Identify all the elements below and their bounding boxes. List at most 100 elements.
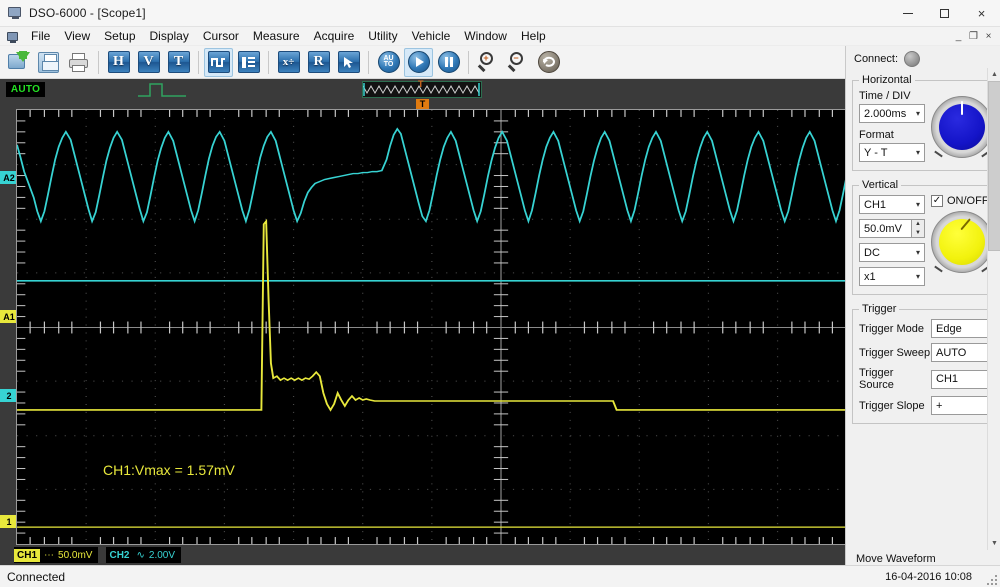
menu-item-window[interactable]: Window: [457, 27, 514, 45]
trigger-source-label: Trigger Source: [859, 367, 894, 391]
format-select[interactable]: Y - T ▾: [859, 143, 925, 162]
zoom-out-button[interactable]: −: [504, 48, 533, 77]
toolbar-separator-4: [368, 50, 369, 74]
print-button[interactable]: [64, 48, 93, 77]
window-title: DSO-6000 - [Scope1]: [29, 6, 146, 20]
panel-scrollbar[interactable]: ▲ ▼: [987, 68, 1000, 550]
chevron-down-icon: ▾: [915, 272, 920, 281]
stepper-arrows[interactable]: ▲ ▼: [911, 220, 924, 237]
datetime-display: 16-04-2016 10:08: [885, 570, 972, 583]
trigger-icon: T: [167, 51, 190, 73]
waveform-button[interactable]: [204, 47, 233, 77]
auto-icon: AU TO: [377, 51, 400, 73]
trigger-sweep-row: Trigger Sweep AUTO ▾: [859, 343, 999, 362]
refresh-button[interactable]: [534, 48, 563, 77]
time-div-select[interactable]: 2.000ms ▾: [859, 104, 925, 123]
menu-item-help[interactable]: Help: [514, 27, 553, 45]
math-button[interactable]: x÷: [274, 48, 303, 77]
scrollbar-thumb[interactable]: [988, 81, 1000, 251]
menu-item-measure[interactable]: Measure: [246, 27, 307, 45]
led-indicator[interactable]: [904, 50, 921, 67]
trigger-slope-label: Trigger Slope: [859, 399, 925, 412]
onoff-checkbox[interactable]: ✓: [931, 195, 943, 207]
toolbar-separator-5: [468, 50, 469, 74]
mdi-minimize-button[interactable]: _: [951, 29, 966, 44]
marker-a1[interactable]: A1: [0, 310, 21, 323]
toolbar-separator-2: [198, 50, 199, 74]
ch2-tag: CH2: [109, 549, 130, 561]
maximize-button[interactable]: [926, 0, 963, 27]
coupling-select[interactable]: DC ▾: [859, 243, 925, 262]
menu-item-vehicle[interactable]: Vehicle: [405, 27, 458, 45]
vertical-channel-select[interactable]: CH1 ▾: [859, 195, 925, 214]
horizontal-knob-wrap: [931, 90, 993, 162]
run-button[interactable]: [404, 47, 433, 77]
vertical-position-knob[interactable]: [931, 211, 993, 273]
dc-coupling-icon: ⋯: [44, 549, 55, 561]
run-icon: [407, 51, 430, 73]
vertical-button[interactable]: V: [134, 48, 163, 77]
trigger-slope-row: Trigger Slope + ▾: [859, 396, 999, 415]
waveform-canvas: [17, 110, 985, 544]
chevron-down-icon: ▾: [915, 200, 920, 209]
zoom-out-icon: −: [507, 51, 530, 73]
onoff-label: ON/OFF: [947, 195, 989, 207]
marker-a2[interactable]: A2: [0, 171, 21, 184]
connection-status: Connected: [7, 569, 66, 584]
move-waveform-label: Move Waveform: [856, 553, 936, 565]
connect-label: Connect:: [854, 52, 899, 65]
trigger-group: Trigger Trigger Mode Edge ▾ Trigger Swee…: [852, 303, 1000, 424]
resize-grip[interactable]: [985, 573, 997, 585]
cursor-button[interactable]: [334, 48, 363, 77]
zoom-in-button[interactable]: +: [474, 48, 503, 77]
onoff-row[interactable]: ✓ ON/OFF: [931, 195, 993, 207]
download-icon: [7, 51, 30, 73]
menu-item-acquire[interactable]: Acquire: [307, 27, 362, 45]
ch1-volts-div: 50.0mV: [58, 549, 93, 561]
stepper-up-icon[interactable]: ▲: [912, 220, 924, 229]
save-button[interactable]: [34, 48, 63, 77]
vertical-group: Vertical CH1 ▾ 50.0mV ▲ ▼ DC ▾ x1 ▾ ✓ ON…: [852, 179, 1000, 295]
menu-item-setup[interactable]: Setup: [97, 27, 142, 45]
ch1-status[interactable]: CH1 ⋯ 50.0mV: [14, 547, 99, 563]
probe-select[interactable]: x1 ▾: [859, 267, 925, 286]
auto-button[interactable]: AU TO: [374, 48, 403, 77]
marker-ch1[interactable]: 1: [0, 515, 21, 528]
menu-item-display[interactable]: Display: [143, 27, 196, 45]
horizontal-icon: H: [107, 51, 130, 73]
scrollbar-up-button[interactable]: ▲: [988, 68, 1000, 81]
marker-ch2[interactable]: 2: [0, 389, 21, 402]
vertical-knob-wrap: [931, 211, 993, 273]
reference-button[interactable]: R: [304, 48, 333, 77]
mdi-restore-button[interactable]: ❐: [966, 29, 981, 44]
pause-button[interactable]: [434, 48, 463, 77]
measure-button[interactable]: [234, 48, 263, 77]
scrollbar-down-button[interactable]: ▼: [988, 537, 1000, 550]
stepper-down-icon[interactable]: ▼: [912, 229, 924, 238]
trigger-button[interactable]: T: [164, 48, 193, 77]
horizontal-legend: Horizontal: [862, 74, 912, 86]
print-icon: [68, 52, 89, 73]
horizontal-button[interactable]: H: [104, 48, 133, 77]
graticule[interactable]: CH1:Vmax = 1.57mV: [16, 109, 986, 545]
trigger-mode-label: Trigger Mode: [859, 322, 925, 335]
ch2-status[interactable]: CH2 ∿ 2.00V: [106, 547, 182, 563]
window-controls: ×: [889, 0, 1000, 27]
menu-item-cursor[interactable]: Cursor: [196, 27, 246, 45]
minimize-button[interactable]: [889, 0, 926, 27]
menu-item-file[interactable]: File: [24, 27, 57, 45]
toolbar-separator-3: [268, 50, 269, 74]
measurement-readout: CH1:Vmax = 1.57mV: [103, 462, 235, 478]
close-button[interactable]: ×: [963, 0, 1000, 27]
menu-item-utility[interactable]: Utility: [361, 27, 404, 45]
mdi-close-button[interactable]: ×: [981, 29, 996, 44]
pause-icon: [437, 51, 460, 73]
cursor-icon: [337, 51, 360, 73]
volts-div-stepper[interactable]: 50.0mV ▲ ▼: [859, 219, 925, 238]
menu-bar: File View Setup Display Cursor Measure A…: [0, 27, 1000, 46]
chevron-down-icon: ▾: [915, 248, 920, 257]
download-button[interactable]: [4, 48, 33, 77]
left-marker-rail: A2 A1 2 1: [0, 109, 21, 545]
horizontal-position-knob[interactable]: [931, 96, 993, 158]
menu-item-view[interactable]: View: [57, 27, 97, 45]
